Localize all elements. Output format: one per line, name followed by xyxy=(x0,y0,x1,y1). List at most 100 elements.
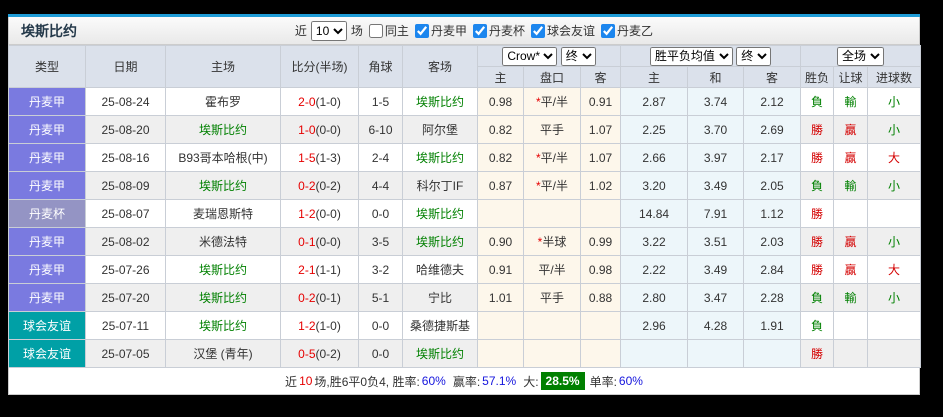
handicap-result-cell: 輸 xyxy=(833,283,869,312)
result-cell: 勝 xyxy=(800,255,835,284)
odds-home-cell: 0.98 xyxy=(477,87,524,116)
avg-home-cell: 2.96 xyxy=(620,311,689,340)
match-type-cell: 丹麦甲 xyxy=(8,227,86,256)
home-team-cell: B93哥本哈根(中) xyxy=(165,143,281,172)
match-type-cell: 丹麦甲 xyxy=(8,255,86,284)
league-checkbox-club-friendly[interactable] xyxy=(530,23,545,38)
score-cell: 2-1(1-1) xyxy=(280,255,359,284)
match-type-cell: 丹麦甲 xyxy=(8,87,86,116)
league-option: 丹麦甲 xyxy=(409,22,467,39)
table-row: 丹麦甲 25-08-09 埃斯比约 0-2(0-2) 4-4 科尔丁IF 0.87 *平/半 1… xyxy=(8,171,922,200)
avg-home-cell: 2.66 xyxy=(620,143,689,172)
summary-big-rate-badge: 28.5% xyxy=(540,372,585,390)
odds-home-cell: 0.82 xyxy=(477,143,524,172)
match-type-cell: 丹麦甲 xyxy=(8,171,86,200)
handicap-result-cell: 贏 xyxy=(833,255,869,284)
table-row: 球会友谊 25-07-11 埃斯比约 1-2(1-0) 0-0 桑德捷斯基 2.96 4.28… xyxy=(8,311,922,340)
home-team-cell: 霍布罗 xyxy=(165,87,281,116)
league-checkbox-danish-cup[interactable] xyxy=(472,23,487,38)
handicap-cell xyxy=(523,339,581,368)
col-header-handicap: 盘口 xyxy=(523,66,581,88)
result-cell: 負 xyxy=(800,87,835,116)
league-label: 球会友谊 xyxy=(546,24,595,38)
handicap-cell: *平/半 xyxy=(523,143,581,172)
odds-time-select[interactable]: 终 xyxy=(560,46,596,66)
near-label: 近 xyxy=(294,24,307,38)
avg-away-cell: 2.28 xyxy=(743,283,802,312)
away-team-cell: 桑德捷斯基 xyxy=(402,311,478,340)
col-header-result: 胜负 xyxy=(800,66,835,88)
match-history-table: 类型 日期 主场 比分(半场) 角球 客场 Crow* 终 胜平负均值 终 全场 xyxy=(8,45,922,368)
odds-away-cell: 0.98 xyxy=(579,255,622,284)
summary-big-label: 大: xyxy=(523,374,539,389)
page-title: 埃斯比约 xyxy=(21,22,77,39)
avg-away-cell: 2.03 xyxy=(743,227,802,256)
handicap-cell: *半球 xyxy=(523,227,581,256)
odds-away-cell: 1.07 xyxy=(579,143,622,172)
home-team-cell: 埃斯比约 xyxy=(165,255,281,284)
matches-label: 场 xyxy=(350,24,363,38)
score-cell: 0-1(0-0) xyxy=(280,227,359,256)
result-group-header: 全场 xyxy=(800,45,922,67)
goal-result-cell: 小 xyxy=(867,87,922,116)
odds-away-cell: 0.91 xyxy=(579,87,622,116)
goal-result-cell: 小 xyxy=(867,283,922,312)
home-team-cell: 埃斯比约 xyxy=(165,171,281,200)
odds-home-cell xyxy=(477,311,524,340)
score-cell: 0-2(0-1) xyxy=(280,283,359,312)
col-header-odds-home: 主 xyxy=(477,66,524,88)
away-team-cell: 阿尔堡 xyxy=(402,115,478,144)
avg-away-cell: 2.05 xyxy=(743,171,802,200)
league-option: 球会友谊 xyxy=(525,22,595,39)
score-cell: 0-2(0-2) xyxy=(280,171,359,200)
goal-result-cell xyxy=(867,199,922,228)
result-cell: 負 xyxy=(800,171,835,200)
table-row: 丹麦甲 25-07-26 埃斯比约 2-1(1-1) 3-2 哈维德夫 0.91 平/半 0.9… xyxy=(8,255,922,284)
home-team-cell: 埃斯比约 xyxy=(165,311,281,340)
near-count-select[interactable]: 10 xyxy=(310,20,347,41)
goal-result-cell xyxy=(867,339,922,368)
corner-cell: 6-10 xyxy=(358,115,403,144)
match-type-cell: 丹麦甲 xyxy=(8,143,86,172)
away-team-cell: 埃斯比约 xyxy=(402,87,478,116)
col-header-type: 类型 xyxy=(8,45,86,88)
away-team-cell: 埃斯比约 xyxy=(402,143,478,172)
corner-cell: 1-5 xyxy=(358,87,403,116)
goal-result-cell xyxy=(867,311,922,340)
league-checkbox-danish-2nd[interactable] xyxy=(600,23,615,38)
result-scope-select[interactable]: 全场 xyxy=(837,46,885,66)
avg-home-cell: 2.87 xyxy=(620,87,689,116)
odds-company-select[interactable]: Crow* xyxy=(502,46,558,66)
odds-home-cell: 0.90 xyxy=(477,227,524,256)
handicap-cell: *平/半 xyxy=(523,171,581,200)
odds-home-cell: 1.01 xyxy=(477,283,524,312)
same-home-checkbox[interactable] xyxy=(368,23,383,38)
handicap-result-cell: 輸 xyxy=(833,171,869,200)
away-team-cell: 科尔丁IF xyxy=(402,171,478,200)
league-checkbox-danish-1st[interactable] xyxy=(414,23,429,38)
odds-away-cell: 1.07 xyxy=(579,115,622,144)
result-cell: 負 xyxy=(800,311,835,340)
score-cell: 1-2(1-0) xyxy=(280,311,359,340)
avg-home-cell: 14.84 xyxy=(620,199,689,228)
avg-type-select[interactable]: 胜平负均值 xyxy=(649,46,733,66)
match-type-cell: 球会友谊 xyxy=(8,311,86,340)
avg-away-cell: 2.69 xyxy=(743,115,802,144)
home-team-cell: 汉堡 (青年) xyxy=(165,339,281,368)
avg-away-cell: 2.17 xyxy=(743,143,802,172)
avg-home-cell: 3.20 xyxy=(620,171,689,200)
odds-away-cell xyxy=(579,311,622,340)
odds-away-cell xyxy=(579,339,622,368)
match-type-cell: 丹麦甲 xyxy=(8,115,86,144)
handicap-cell: *平/半 xyxy=(523,87,581,116)
avg-draw-cell: 3.70 xyxy=(687,115,745,144)
avg-time-select[interactable]: 终 xyxy=(736,46,772,66)
team-history-panel: 埃斯比约 近 10 场 同主 丹麦甲 丹麦杯 球会友谊 丹麦乙 类型 日期 主场… xyxy=(8,14,922,395)
result-cell: 勝 xyxy=(800,115,835,144)
avg-home-cell xyxy=(620,339,689,368)
avg-away-cell: 1.91 xyxy=(743,311,802,340)
col-header-avg-home: 主 xyxy=(620,66,689,88)
away-team-cell: 埃斯比约 xyxy=(402,339,478,368)
odds-group-header: Crow* 终 xyxy=(476,45,622,67)
match-date-cell: 25-07-20 xyxy=(85,283,166,312)
